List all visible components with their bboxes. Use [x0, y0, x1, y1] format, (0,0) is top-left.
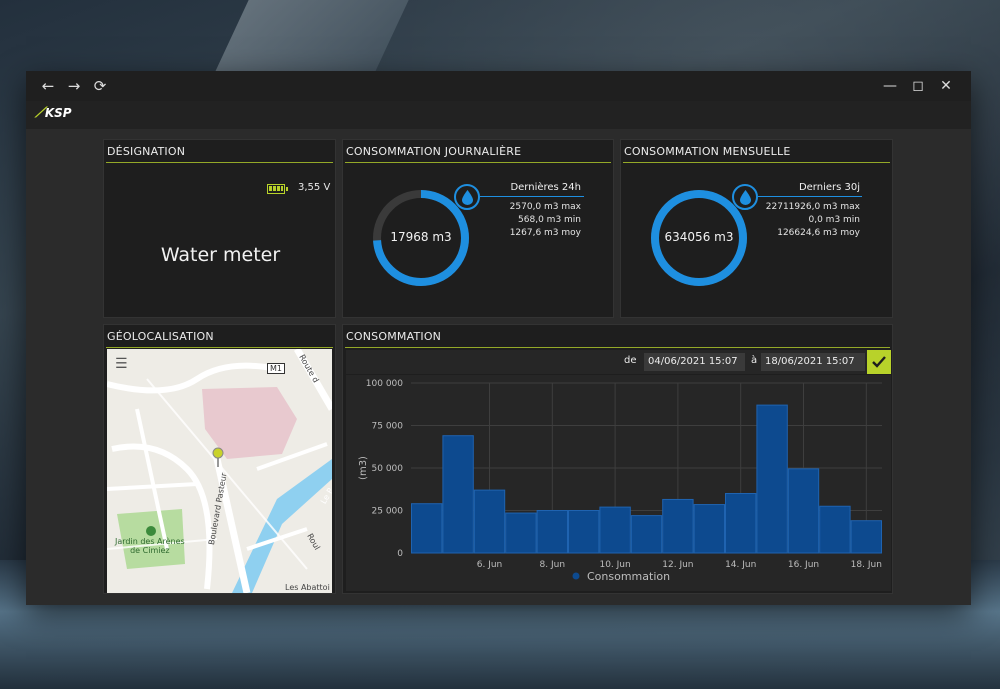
- divider: [623, 162, 890, 163]
- x-tick-label: 18. Jun: [851, 560, 882, 570]
- maximize-icon[interactable]: ◻: [911, 77, 925, 95]
- chart-bar: [536, 510, 569, 554]
- monthly-min: 0,0 m3 min: [808, 215, 861, 225]
- title-bar: ← → ⟳ — ◻ ✕: [26, 71, 971, 101]
- map-label-abattoirs: Les Abattoi: [285, 583, 330, 592]
- y-tick-label: 0: [397, 549, 403, 559]
- monthly-value: 634056 m3: [664, 230, 734, 244]
- from-date-input[interactable]: 04/06/2021 15:07: [644, 353, 745, 371]
- daily-min: 568,0 m3 min: [518, 215, 581, 225]
- voltage-value: 3,55 V: [298, 182, 331, 193]
- chart-bar: [693, 504, 726, 554]
- chart-bar: [850, 520, 883, 554]
- legend-marker: [572, 572, 580, 580]
- map[interactable]: ☰ M1 Jardin des Arènes de Cimiez Bouleva…: [107, 349, 332, 593]
- daily-period: Dernières 24h: [510, 182, 581, 193]
- connector-line: [758, 196, 862, 197]
- panel-title: CONSOMMATION MENSUELLE: [624, 145, 791, 158]
- x-tick-label: 10. Jun: [599, 560, 630, 570]
- from-label: de: [624, 355, 637, 366]
- minimize-icon[interactable]: —: [883, 77, 897, 95]
- connector-line: [480, 196, 584, 197]
- y-axis-label: (m3): [358, 456, 369, 480]
- menu-icon[interactable]: ☰: [115, 356, 128, 372]
- battery-icon: [267, 184, 288, 194]
- panel-title: CONSOMMATION JOURNALIÈRE: [346, 145, 522, 158]
- apply-button[interactable]: [867, 350, 891, 374]
- daily-value: 17968 m3: [390, 230, 452, 244]
- chart-bar: [630, 515, 663, 554]
- chart-bar: [505, 512, 537, 554]
- x-tick-label: 16. Jun: [788, 560, 819, 570]
- bar-chart: 0 25 000 50 000 75 000 100 000 6. Jun 8. Jun 10…: [358, 379, 883, 583]
- close-icon[interactable]: ✕: [939, 77, 953, 95]
- legend-label: Consommation: [587, 570, 670, 583]
- panel-title: DÉSIGNATION: [107, 145, 186, 158]
- water-drop-icon: [732, 184, 758, 210]
- panel-title: CONSOMMATION: [346, 330, 442, 343]
- chart-bar: [599, 506, 631, 554]
- device-name: Water meter: [160, 244, 281, 266]
- refresh-icon[interactable]: ⟳: [92, 77, 108, 95]
- chart-bar: [787, 468, 820, 554]
- back-arrow-icon[interactable]: ←: [40, 77, 56, 95]
- chart-bar: [725, 493, 757, 554]
- monthly-consumption-panel: CONSOMMATION MENSUELLE 634056 m3 Dernier…: [620, 139, 893, 318]
- divider: [345, 162, 611, 163]
- chart-bar: [568, 510, 600, 554]
- ksp-logo: ⟋KSP: [35, 105, 72, 121]
- monthly-max: 22711926,0 m3 max: [765, 202, 860, 212]
- geolocation-panel: GÉOLOCALISATION ☰ M1 Jardin des Arènes d…: [103, 324, 336, 594]
- monthly-avg: 126624,6 m3 moy: [777, 228, 860, 238]
- forward-arrow-icon[interactable]: →: [66, 77, 82, 95]
- daily-avg: 1267,6 m3 moy: [509, 228, 581, 238]
- chart-bar: [819, 505, 851, 554]
- logo-bar: ⟋KSP: [26, 101, 971, 129]
- x-tick-label: 14. Jun: [725, 560, 756, 570]
- x-tick-label: 12. Jun: [662, 560, 693, 570]
- daily-consumption-panel: CONSOMMATION JOURNALIÈRE 17968 m3 Derniè…: [342, 139, 614, 318]
- divider: [106, 162, 333, 163]
- chart-bar: [411, 503, 443, 554]
- panel-title: GÉOLOCALISATION: [107, 330, 214, 343]
- y-tick-label: 100 000: [366, 379, 403, 389]
- y-tick-label: 25 000: [372, 507, 404, 517]
- check-icon: [872, 356, 886, 368]
- divider: [106, 347, 333, 348]
- map-label-park: Jardin des Arènes de Cimiez: [115, 537, 185, 555]
- date-range-bar: de 04/06/2021 15:07 à 18/06/2021 15:07: [346, 350, 891, 374]
- to-label: à: [751, 355, 758, 366]
- consumption-chart-panel: CONSOMMATION de 04/06/2021 15:07 à 18/06…: [342, 324, 893, 594]
- road-badge: M1: [267, 363, 285, 374]
- designation-panel: DÉSIGNATION 3,55 V Water meter: [103, 139, 336, 318]
- x-tick-label: 8. Jun: [540, 560, 566, 570]
- divider: [345, 347, 890, 348]
- chart-bar: [473, 489, 506, 554]
- chart-bar: [756, 404, 788, 554]
- y-tick-label: 50 000: [372, 464, 404, 474]
- chart-bar: [662, 498, 694, 554]
- water-drop-icon: [454, 184, 480, 210]
- chart-bar: [442, 435, 474, 554]
- daily-max: 2570,0 m3 max: [509, 202, 581, 212]
- y-tick-label: 75 000: [372, 422, 404, 432]
- app-window: ← → ⟳ — ◻ ✕ ⟋KSP DÉSIGNATION 3,55 V Wate…: [26, 71, 971, 605]
- chart-area: 0 25 000 50 000 75 000 100 000 6. Jun 8. Jun 10…: [346, 375, 891, 591]
- to-date-input[interactable]: 18/06/2021 15:07: [761, 353, 865, 371]
- x-tick-label: 6. Jun: [477, 560, 503, 570]
- monthly-period: Derniers 30j: [798, 182, 860, 193]
